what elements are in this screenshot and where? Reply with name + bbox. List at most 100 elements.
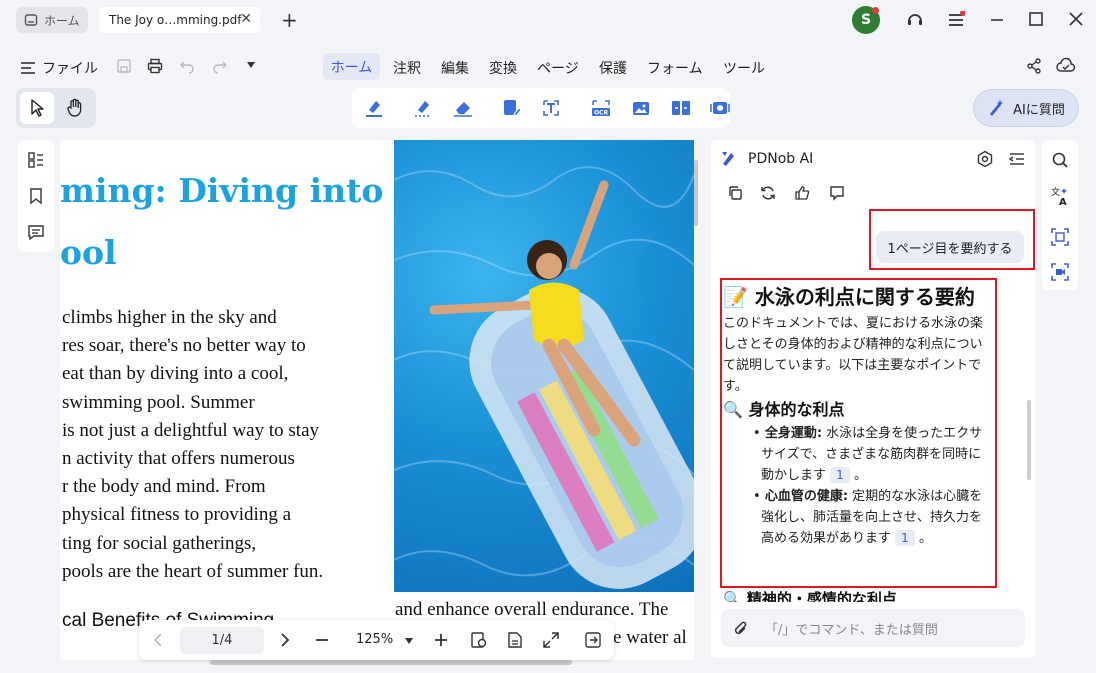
close-tab-icon[interactable]: ✕ xyxy=(240,11,252,27)
view-mode-icon[interactable] xyxy=(470,631,488,649)
answer-section-heading-cut: 🔍 精神的・感情的な利点 xyxy=(723,588,897,602)
zoom-level[interactable]: 125% xyxy=(356,632,393,647)
file-menu[interactable]: ファイル xyxy=(20,58,98,78)
settings-icon[interactable] xyxy=(976,150,994,168)
ai-panel-title: PDNob AI xyxy=(748,151,814,167)
thumbnails-icon[interactable] xyxy=(27,151,45,169)
body-line: res soar, there's no better way to xyxy=(62,335,306,357)
pool-photo xyxy=(394,140,694,592)
user-prompt-bubble: 1ページ目を要約する xyxy=(876,231,1024,263)
svg-text:A: A xyxy=(1059,197,1067,206)
translate-icon[interactable]: 文A xyxy=(1050,186,1070,206)
magnifier-icon: 🔍 xyxy=(723,400,743,419)
menu-tab-form[interactable]: フォーム xyxy=(647,58,703,78)
citation-ref[interactable]: 1 xyxy=(830,467,850,483)
share-icon[interactable] xyxy=(1026,58,1042,74)
body-line: eat than by diving into a cool, xyxy=(62,363,289,385)
body-line: pools are the heart of summer fun. xyxy=(62,560,324,582)
save-icon[interactable] xyxy=(116,58,132,74)
answer-heading: 📝 水泳の利点に関する要約 xyxy=(723,285,975,309)
eraser-icon[interactable] xyxy=(452,98,474,118)
document-title: ming: Diving into ool xyxy=(60,160,383,284)
screen-capture-icon[interactable] xyxy=(1050,262,1070,282)
ocr-icon[interactable]: OCR xyxy=(590,98,612,118)
answer-bullet: • 全身運動: 水泳は全身を使ったエクササイズで、さまざまな筋肉群を同時に動かし… xyxy=(753,426,983,483)
body-line: climbs higher in the sky and xyxy=(62,307,277,328)
ai-panel-scrollbar[interactable] xyxy=(1027,400,1031,480)
text-box-icon[interactable] xyxy=(541,98,561,118)
title-line: ming: Diving into xyxy=(60,171,384,210)
page-number-field[interactable]: 1/4 xyxy=(180,627,264,654)
screen-record-icon[interactable] xyxy=(710,98,730,118)
ask-ai-button[interactable]: AIに質問 xyxy=(973,89,1079,127)
next-page-icon[interactable] xyxy=(278,632,292,648)
tab-document[interactable]: The Joy o…mming.pdf ✕ xyxy=(99,7,260,33)
document-scrollbar[interactable] xyxy=(694,160,698,226)
screenshot-icon[interactable] xyxy=(1050,227,1070,247)
cloud-icon[interactable] xyxy=(1056,57,1076,75)
highlight-icon[interactable] xyxy=(364,98,384,118)
menu-tab-annotate[interactable]: 注釈 xyxy=(393,58,421,78)
notification-dot xyxy=(872,7,879,14)
answer-intro: このドキュメントでは、夏における水泳の楽しさとその身体的および精神的な利点につい… xyxy=(723,316,984,394)
headset-icon[interactable] xyxy=(905,10,925,30)
collapse-panel-icon[interactable] xyxy=(1008,150,1026,168)
tab-home[interactable]: ホーム xyxy=(16,7,88,33)
regenerate-icon[interactable] xyxy=(760,185,776,201)
body-line: swimming pool. Summer xyxy=(62,391,255,413)
ai-question-input[interactable]: 「/」でコマンド、または質問 xyxy=(721,609,1025,647)
tab-document-label: The Joy o…mming.pdf xyxy=(109,13,242,27)
underline-icon[interactable] xyxy=(413,98,433,118)
redo-icon[interactable] xyxy=(212,58,228,74)
prev-page-icon[interactable] xyxy=(151,632,165,648)
page-layout-icon[interactable] xyxy=(506,631,524,649)
image-icon[interactable] xyxy=(631,98,651,118)
magnifier-icon: 🔍 xyxy=(723,590,742,602)
body-line: is not just a delightful way to stay xyxy=(62,419,320,441)
compare-icon[interactable] xyxy=(670,98,692,118)
thumbs-up-icon[interactable] xyxy=(794,185,810,201)
body-line: n activity that offers numerous xyxy=(62,448,295,470)
exit-fullscreen-icon[interactable] xyxy=(584,631,602,649)
feedback-icon[interactable] xyxy=(829,185,845,201)
close-window-icon[interactable] xyxy=(1068,11,1084,27)
new-tab-icon[interactable]: + xyxy=(281,8,298,32)
search-icon[interactable] xyxy=(1051,151,1069,169)
svg-text:OCR: OCR xyxy=(594,110,609,117)
edit-text-icon[interactable] xyxy=(502,98,522,118)
menu-tab-page[interactable]: ページ xyxy=(537,58,579,78)
ai-answer: 📝 水泳の利点に関する要約 このドキュメントでは、夏における水泳の楽しさとその身… xyxy=(723,282,993,549)
copy-icon[interactable] xyxy=(727,185,743,201)
bookmark-icon[interactable] xyxy=(27,187,45,205)
minimize-icon[interactable] xyxy=(989,11,1005,27)
zoom-in-icon[interactable] xyxy=(433,632,449,648)
attachment-icon[interactable] xyxy=(733,620,749,638)
zoom-dropdown-icon[interactable] xyxy=(405,638,413,644)
zoom-out-icon[interactable] xyxy=(314,632,330,648)
menu-tab-tools[interactable]: ツール xyxy=(723,58,765,78)
hamburger-icon xyxy=(21,62,35,74)
body-line: r the body and mind. From xyxy=(62,476,266,498)
menu-icon[interactable] xyxy=(947,11,965,29)
body-line: physical fitness to providing a xyxy=(62,504,292,526)
more-dropdown-icon[interactable] xyxy=(246,61,256,69)
pool-illustration xyxy=(394,166,694,589)
comment-icon[interactable] xyxy=(27,223,45,241)
menu-tab-protect[interactable]: 保護 xyxy=(599,58,627,78)
horizontal-scrollbar[interactable] xyxy=(210,660,572,665)
hand-icon[interactable] xyxy=(66,98,84,118)
body-line: ting for social gatherings, xyxy=(62,532,257,554)
print-icon[interactable] xyxy=(147,58,163,74)
menu-tab-convert[interactable]: 変換 xyxy=(489,58,517,78)
ai-sparkle-icon xyxy=(990,100,1004,116)
menu-tab-home[interactable]: ホーム xyxy=(323,53,380,80)
undo-icon[interactable] xyxy=(179,58,195,74)
fit-page-icon[interactable] xyxy=(542,631,560,649)
answer-section-heading: 🔍 身体的な利点 xyxy=(723,400,845,419)
home-icon xyxy=(24,14,38,26)
citation-ref[interactable]: 1 xyxy=(895,530,915,546)
memo-icon: 📝 xyxy=(723,285,748,309)
menu-tab-edit[interactable]: 編集 xyxy=(441,58,469,78)
document-page[interactable]: ming: Diving into ool climbs higher in t… xyxy=(60,140,694,660)
maximize-icon[interactable] xyxy=(1028,11,1044,27)
